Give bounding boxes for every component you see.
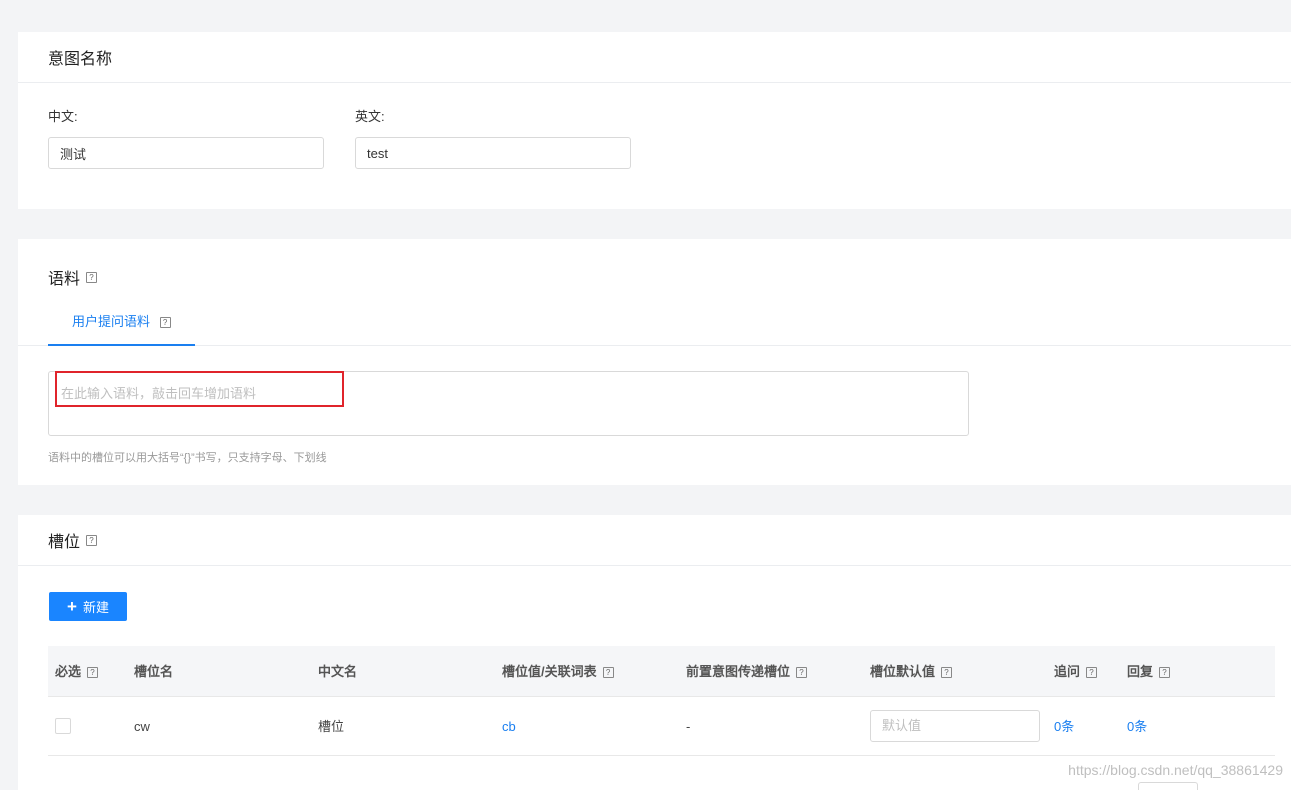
chinese-label: 中文: xyxy=(48,109,78,124)
column-chinese-name: 中文名 xyxy=(318,664,358,679)
pagination[interactable] xyxy=(1138,782,1198,790)
help-icon[interactable]: ? xyxy=(1086,667,1098,679)
help-icon[interactable]: ? xyxy=(941,667,953,679)
column-slot-name: 槽位名 xyxy=(134,664,174,679)
new-button-label: 新建 xyxy=(82,600,109,615)
help-icon[interactable]: ? xyxy=(86,534,98,546)
intent-name-card: 意图名称 中文: 英文: xyxy=(18,32,1291,209)
default-value-input[interactable]: 默认值 xyxy=(870,710,1040,742)
column-default-value: 槽位默认值? xyxy=(870,646,953,697)
help-icon[interactable]: ? xyxy=(1159,667,1171,679)
corpus-hint: 语料中的槽位可以用大括号“{}”书写，只支持字母、下划线 xyxy=(48,452,327,464)
table-row: cw 槽位 cb - 默认值 0条 0条 xyxy=(48,697,1275,756)
slots-title: 槽位 xyxy=(48,534,81,551)
corpus-title: 语料 xyxy=(48,271,81,288)
corpus-tab-bar: 用户提问语料 ? xyxy=(18,303,1291,346)
follow-up-link[interactable]: 0条 xyxy=(1054,697,1074,756)
column-reply: 回复? xyxy=(1127,646,1171,697)
english-label: 英文: xyxy=(355,109,385,124)
slots-card: 槽位 ? + 新建 必选? 槽位名 中文名 槽位值/关联词表? 前置意图传递槽位… xyxy=(18,515,1291,790)
column-follow-up: 追问? xyxy=(1054,646,1098,697)
table-header: 必选? 槽位名 中文名 槽位值/关联词表? 前置意图传递槽位? 槽位默认值? 追… xyxy=(48,646,1275,697)
slot-values-link[interactable]: cb xyxy=(502,697,516,756)
plus-icon: + xyxy=(67,597,77,616)
corpus-input[interactable]: 在此输入语料，敲击回车增加语料 xyxy=(48,371,969,436)
help-icon[interactable]: ? xyxy=(86,271,98,283)
intent-name-title: 意图名称 xyxy=(18,32,1291,83)
help-icon[interactable]: ? xyxy=(796,667,808,679)
corpus-placeholder: 在此输入语料，敲击回车增加语料 xyxy=(61,386,257,401)
chinese-name-cell: 槽位 xyxy=(318,719,345,734)
column-prev-intent-slot: 前置意图传递槽位? xyxy=(686,646,808,697)
column-required: 必选? xyxy=(55,646,99,697)
column-slot-values: 槽位值/关联词表? xyxy=(502,646,614,697)
corpus-card: 语料 ? 用户提问语料 ? 在此输入语料，敲击回车增加语料 语料中的槽位可以用大… xyxy=(18,239,1291,485)
english-name-input[interactable] xyxy=(355,137,631,169)
tab-user-question-corpus[interactable]: 用户提问语料 ? xyxy=(48,303,195,346)
prev-intent-slot-cell: - xyxy=(686,719,691,734)
chinese-name-input[interactable] xyxy=(48,137,324,169)
help-icon[interactable]: ? xyxy=(87,667,99,679)
required-checkbox[interactable] xyxy=(55,718,71,734)
help-icon[interactable]: ? xyxy=(602,667,614,679)
reply-link[interactable]: 0条 xyxy=(1127,697,1147,756)
slots-header: 槽位 ? xyxy=(18,515,1291,566)
slot-name-cell: cw xyxy=(134,719,150,734)
help-icon[interactable]: ? xyxy=(159,317,171,329)
watermark: https://blog.csdn.net/qq_38861429 xyxy=(1068,762,1283,778)
tab-label: 用户提问语料 xyxy=(72,314,151,329)
new-slot-button[interactable]: + 新建 xyxy=(49,592,127,621)
slots-table: 必选? 槽位名 中文名 槽位值/关联词表? 前置意图传递槽位? 槽位默认值? 追… xyxy=(48,646,1275,756)
